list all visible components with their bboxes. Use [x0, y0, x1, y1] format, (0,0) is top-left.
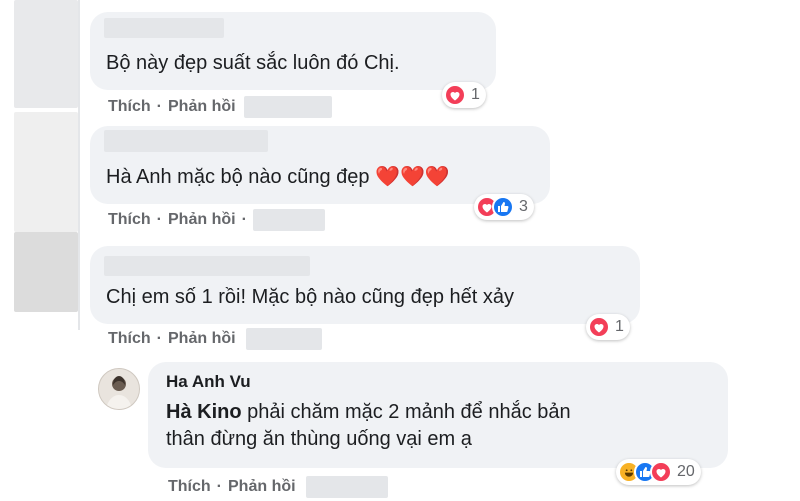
comment-actions: Thích · Phản hồi · [108, 209, 325, 231]
comment-text: Bộ này đẹp suất sắc luôn đó Chị. [106, 52, 400, 74]
love-reaction-icon [444, 84, 466, 106]
timestamp-blurred[interactable] [245, 328, 322, 350]
separator-dot: · [156, 211, 162, 228]
separator-dot: · [216, 478, 222, 495]
comment-actions: Thích · Phản hồi [108, 328, 322, 350]
reply-bubble: Ha Anh Vu Hà Kino phải chăm mặc 2 mảnh đ… [148, 362, 728, 468]
avatar[interactable] [98, 368, 140, 410]
reply-link[interactable]: Phản hồi [168, 211, 236, 229]
reply-link[interactable]: Phản hồi [168, 330, 236, 348]
separator-dot: · [241, 211, 247, 228]
comment-text: Chị em số 1 rồi! Mặc bộ nào cũng đẹp hết… [106, 286, 515, 308]
avatar-placeholder [14, 0, 78, 108]
love-reaction-icon [650, 461, 672, 483]
author-name[interactable]: Ha Anh Vu [166, 372, 251, 392]
like-link[interactable]: Thích [168, 478, 211, 496]
comment-bubble: Bộ này đẹp suất sắc luôn đó Chị. [90, 12, 496, 90]
comment-bubble: Chị em số 1 rồi! Mặc bộ nào cũng đẹp hết… [90, 246, 640, 324]
reaction-count: 1 [471, 86, 480, 103]
reply-text-line-2: thân đừng ăn thùng uống vại em ạ [166, 428, 472, 450]
timestamp-blurred[interactable] [305, 476, 388, 498]
reaction-summary[interactable]: 1 [442, 82, 486, 108]
like-link[interactable]: Thích [108, 98, 151, 116]
love-reaction-icon [588, 316, 610, 338]
timestamp-blurred[interactable] [243, 96, 332, 118]
commenter-name-blurred[interactable] [104, 130, 268, 152]
reaction-count: 20 [677, 463, 695, 480]
reaction-count: 3 [519, 198, 528, 215]
profile-photo-icon [99, 369, 139, 409]
reaction-summary[interactable]: 20 [616, 459, 701, 485]
separator-dot: · [156, 98, 162, 115]
avatar-placeholder [14, 112, 78, 232]
mention-tag[interactable]: Hà Kino [166, 401, 242, 423]
reaction-summary[interactable]: 3 [474, 194, 534, 220]
commenter-name-blurred[interactable] [104, 18, 224, 38]
commenter-name-blurred[interactable] [104, 256, 310, 276]
comment-actions: Thích · Phản hồi [108, 96, 332, 118]
reply-link[interactable]: Phản hồi [228, 478, 296, 496]
like-link[interactable]: Thích [108, 211, 151, 229]
reply-text: phải chăm mặc 2 mảnh để nhắc bản [241, 401, 571, 423]
reaction-summary[interactable]: 1 [586, 314, 630, 340]
like-link[interactable]: Thích [108, 330, 151, 348]
reaction-count: 1 [615, 318, 624, 335]
thread-line [78, 0, 80, 330]
separator-dot: · [156, 330, 162, 347]
avatar-placeholder [14, 232, 78, 312]
reply-text-line-1: Hà Kino phải chăm mặc 2 mảnh để nhắc bản [166, 399, 571, 426]
like-reaction-icon [492, 196, 514, 218]
timestamp-blurred[interactable] [252, 209, 325, 231]
comment-bubble: Hà Anh mặc bộ nào cũng đẹp ❤️❤️❤️ [90, 126, 550, 204]
comment-text: Hà Anh mặc bộ nào cũng đẹp ❤️❤️❤️ [106, 166, 450, 188]
reply-link[interactable]: Phản hồi [168, 98, 236, 116]
reply-actions: Thích · Phản hồi [168, 476, 388, 498]
